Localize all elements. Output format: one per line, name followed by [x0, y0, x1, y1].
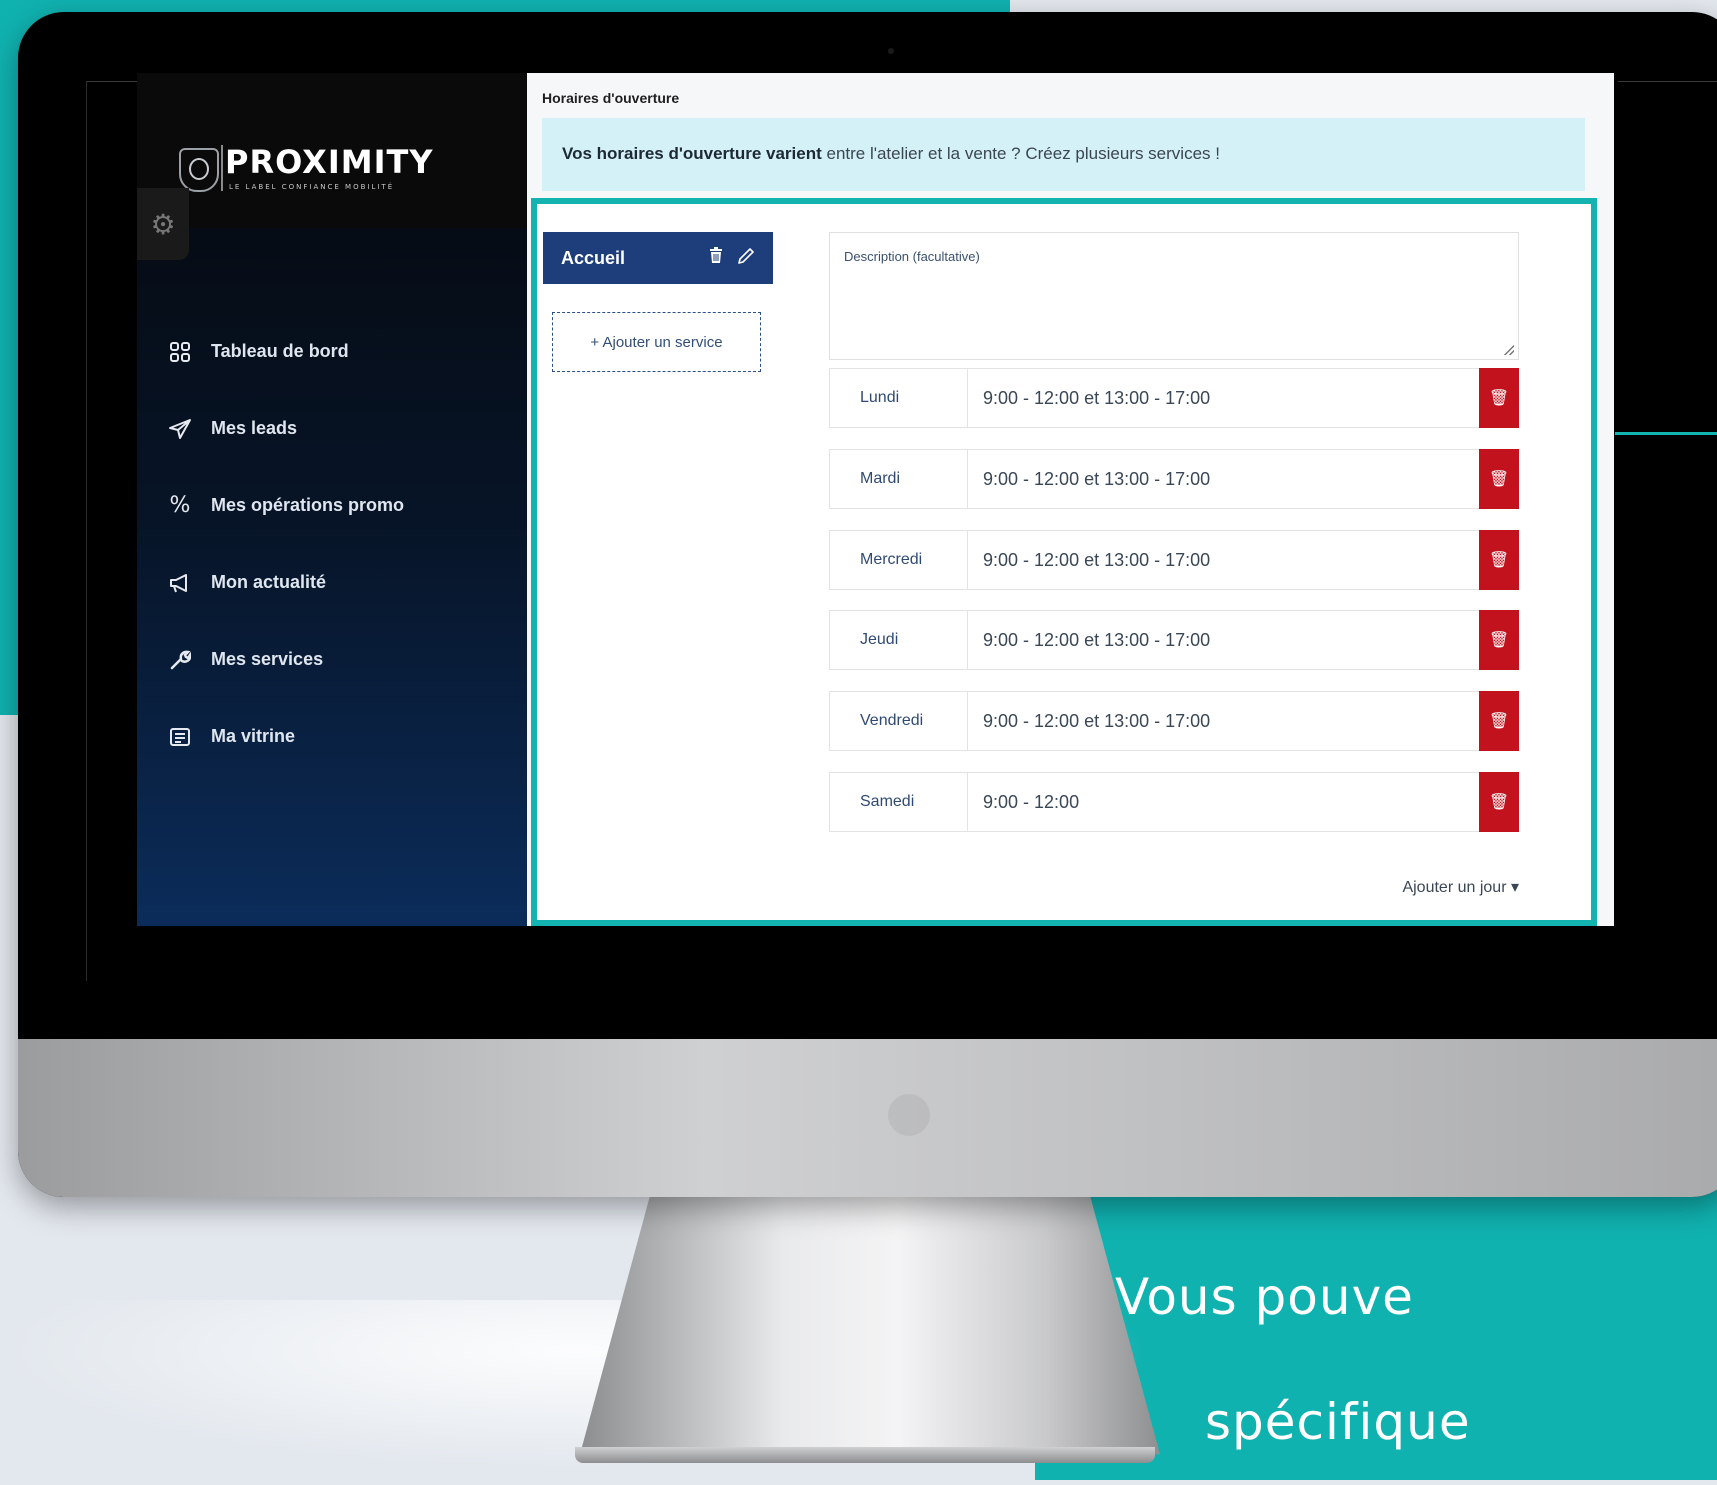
trash-icon[interactable]	[709, 246, 723, 270]
delete-day-button[interactable]: 🗑	[1479, 368, 1519, 428]
day-row-vendredi: Vendredi 9:00 - 12:00 et 13:00 - 17:00 🗑	[829, 691, 1519, 751]
info-banner: Vos horaires d'ouverture varient entre l…	[542, 118, 1585, 191]
trash-icon: 🗑	[1488, 390, 1510, 407]
brand-name: PROXIMITY	[225, 143, 434, 181]
day-label: Mercredi	[830, 531, 968, 589]
promo-tagline: Vous pouve spécifique	[1115, 1235, 1715, 1485]
add-day-dropdown[interactable]: Ajouter un jour ▾	[1402, 877, 1519, 897]
description-textarea[interactable]: Description (facultative)	[829, 232, 1519, 360]
sidebar-item-label: Tableau de bord	[211, 341, 349, 361]
delete-day-button[interactable]: 🗑	[1479, 449, 1519, 509]
document-icon	[165, 727, 195, 747]
camera-dot	[888, 48, 894, 54]
day-hours-input[interactable]: 9:00 - 12:00 et 13:00 - 17:00	[968, 550, 1479, 571]
trash-icon: 🗑	[1488, 794, 1510, 811]
sidebar-item-mon-actualite[interactable]: Mon actualité	[165, 544, 404, 621]
service-tab-actions	[709, 246, 755, 270]
day-row-mardi: Mardi 9:00 - 12:00 et 13:00 - 17:00 🗑	[829, 449, 1519, 509]
main-content: Horaires d'ouverture Vos horaires d'ouve…	[527, 73, 1614, 926]
logo-area: PROXIMITY LE LABEL CONFIANCE MOBILITÉ	[137, 73, 527, 228]
day-hours-input[interactable]: 9:00 - 12:00 et 13:00 - 17:00	[968, 711, 1479, 732]
trash-icon: 🗑	[1488, 552, 1510, 569]
sidebar-item-label: Mes leads	[211, 418, 298, 438]
day-hours-input[interactable]: 9:00 - 12:00	[968, 792, 1479, 813]
sidebar-item-mes-services[interactable]: Mes services	[165, 621, 404, 698]
sidebar-item-ma-vitrine[interactable]: Ma vitrine	[165, 698, 404, 775]
day-label: Mardi	[830, 450, 968, 508]
sidebar-item-label: Mon actualité	[211, 572, 327, 592]
page-title: Horaires d'ouverture	[542, 90, 680, 106]
service-tab-accueil[interactable]: Accueil	[543, 232, 773, 284]
banner-emphasis: Vos horaires d'ouverture varient	[562, 144, 822, 163]
screen-edge-line	[1618, 81, 1717, 82]
app-screen: PROXIMITY LE LABEL CONFIANCE MOBILITÉ ⚙ …	[137, 73, 1614, 926]
sidebar-item-tableau-de-bord[interactable]: Tableau de bord	[165, 313, 404, 390]
sidebar-item-label: Mes opérations promo	[211, 495, 405, 515]
screen-edge-line	[86, 81, 87, 981]
wrench-icon	[165, 649, 195, 671]
trash-icon: 🗑	[1488, 632, 1510, 649]
day-row-mercredi: Mercredi 9:00 - 12:00 et 13:00 - 17:00 🗑	[829, 530, 1519, 590]
day-hours-input[interactable]: 9:00 - 12:00 et 13:00 - 17:00	[968, 388, 1479, 409]
sidebar-item-mes-operations-promo[interactable]: % Mes opérations promo	[165, 467, 404, 544]
delete-day-button[interactable]: 🗑	[1479, 610, 1519, 670]
trash-icon: 🗑	[1488, 713, 1510, 730]
day-hours-input[interactable]: 9:00 - 12:00 et 13:00 - 17:00	[968, 469, 1479, 490]
trash-icon: 🗑	[1488, 471, 1510, 488]
monitor-stand	[580, 1197, 1160, 1455]
sidebar-nav: Tableau de bord Mes leads % Mes opératio…	[165, 313, 404, 775]
resize-handle-icon[interactable]	[1504, 345, 1514, 355]
sidebar-item-label: Ma vitrine	[211, 726, 296, 746]
pencil-icon[interactable]	[737, 247, 755, 270]
description-placeholder: Description (facultative)	[844, 249, 980, 264]
paper-plane-icon	[165, 418, 195, 440]
tagline-line-2: spécifique	[1205, 1393, 1471, 1451]
banner-text: entre l'atelier et la vente ? Créez plus…	[821, 144, 1220, 163]
day-hours-input[interactable]: 9:00 - 12:00 et 13:00 - 17:00	[968, 630, 1479, 651]
day-label: Vendredi	[830, 692, 968, 750]
delete-day-button[interactable]: 🗑	[1479, 772, 1519, 832]
day-label: Samedi	[830, 773, 968, 831]
sidebar-item-mes-leads[interactable]: Mes leads	[165, 390, 404, 467]
opening-hours-panel: Accueil + Ajouter un service Description…	[531, 198, 1597, 926]
monitor-stand-base	[575, 1447, 1155, 1463]
sidebar: PROXIMITY LE LABEL CONFIANCE MOBILITÉ ⚙ …	[137, 73, 527, 926]
megaphone-icon	[165, 572, 195, 594]
lion-logo-icon	[179, 148, 219, 192]
day-row-samedi: Samedi 9:00 - 12:00 🗑	[829, 772, 1519, 832]
percent-icon: %	[169, 493, 191, 518]
settings-gear-icon[interactable]: ⚙	[137, 188, 189, 260]
logo-divider	[221, 145, 223, 191]
monitor-chin	[18, 1039, 1717, 1197]
day-row-jeudi: Jeudi 9:00 - 12:00 et 13:00 - 17:00 🗑	[829, 610, 1519, 670]
sidebar-item-label: Mes services	[211, 649, 324, 669]
day-row-lundi: Lundi 9:00 - 12:00 et 13:00 - 17:00 🗑	[829, 368, 1519, 428]
delete-day-button[interactable]: 🗑	[1479, 691, 1519, 751]
add-service-button[interactable]: + Ajouter un service	[552, 312, 761, 372]
teal-accent-line	[1615, 432, 1717, 435]
brand-subtitle: LE LABEL CONFIANCE MOBILITÉ	[229, 183, 395, 191]
day-label: Lundi	[830, 369, 968, 427]
monitor: PROXIMITY LE LABEL CONFIANCE MOBILITÉ ⚙ …	[18, 12, 1717, 1197]
grid-icon	[165, 341, 195, 363]
delete-day-button[interactable]: 🗑	[1479, 530, 1519, 590]
day-label: Jeudi	[830, 611, 968, 669]
service-tab-label: Accueil	[561, 247, 626, 268]
brand-logo-icon	[888, 1094, 930, 1136]
tagline-line-1: Vous pouve	[1115, 1268, 1414, 1326]
